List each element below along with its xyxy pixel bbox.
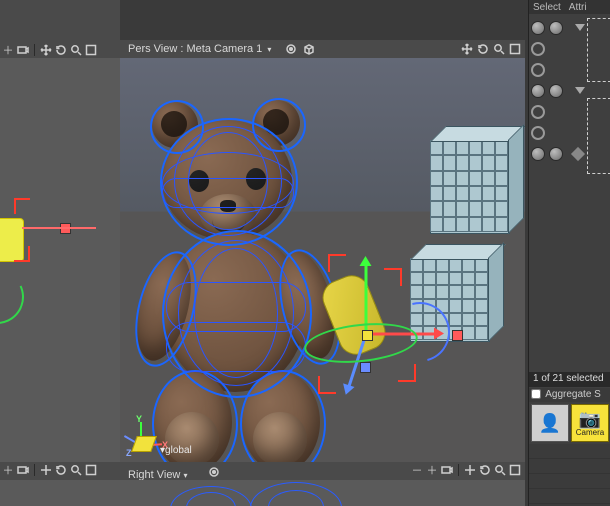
aggregate-label: Aggregate S — [545, 389, 601, 400]
zoom-icon[interactable] — [493, 43, 505, 55]
expand-icon[interactable] — [575, 87, 585, 94]
tab-select[interactable]: Select — [533, 2, 561, 13]
visibility-dot-icon[interactable] — [531, 21, 545, 35]
move-icon[interactable] — [40, 44, 52, 56]
render-dot-icon[interactable] — [531, 126, 545, 140]
group-outline — [587, 18, 610, 82]
move-icon[interactable] — [464, 464, 476, 476]
rotate-icon[interactable] — [477, 43, 489, 55]
visibility-dot-icon[interactable] — [531, 147, 545, 161]
move-icon[interactable] — [461, 43, 473, 55]
visibility-dot-icon[interactable] — [531, 84, 545, 98]
axis-mode-label[interactable]: ▾global — [160, 445, 192, 456]
zoom-icon[interactable] — [494, 464, 506, 476]
viewport-left: ＋ — [0, 0, 120, 462]
viewport-bottom-toolbar-right: － ＋ — [411, 464, 521, 476]
expand-icon[interactable] — [575, 24, 585, 31]
object-type-icons: 👤 📷 Camera — [531, 404, 609, 442]
zoom-icon[interactable] — [70, 44, 82, 56]
object-camera-button[interactable]: 📷 Camera — [571, 404, 609, 442]
render-dot-icon[interactable] — [531, 105, 545, 119]
camera-icon[interactable] — [441, 464, 453, 476]
render-dot-icon[interactable] — [549, 84, 563, 98]
aggregate-toggle[interactable]: Aggregate S — [529, 388, 610, 402]
separator — [34, 44, 35, 56]
rotate-icon[interactable] — [479, 464, 491, 476]
axis-indicator: X Y Z ▾global — [128, 406, 178, 456]
chevron-down-icon: ▾ — [183, 471, 187, 480]
edit-icon[interactable] — [571, 146, 585, 160]
cube-icon[interactable] — [303, 43, 315, 55]
minus-icon[interactable]: － — [411, 464, 423, 476]
frame-icon[interactable] — [509, 43, 521, 55]
camera-icon: 📷 — [579, 410, 601, 428]
frame-icon[interactable] — [509, 464, 521, 476]
camera-gizmo[interactable] — [0, 218, 50, 262]
viewport-title[interactable]: Pers View : Meta Camera 1 ▾ — [120, 43, 271, 55]
viewport-title-text: Pers View : Meta Camera 1 — [128, 43, 262, 55]
zoom-icon[interactable] — [70, 464, 82, 476]
viewport-main-canvas[interactable]: X Y Z ▾global — [120, 58, 525, 462]
render-dot-icon[interactable] — [531, 42, 545, 56]
avatar-icon: 👤 — [539, 414, 561, 432]
separator — [34, 464, 35, 476]
plus-icon[interactable]: ＋ — [2, 464, 14, 476]
target-icon[interactable] — [285, 43, 297, 55]
aggregate-checkbox[interactable] — [531, 389, 541, 399]
chevron-down-icon: ▾ — [265, 45, 271, 54]
render-dot-icon[interactable] — [549, 147, 563, 161]
viewport-main: Pers View : Meta Camera 1 ▾ — [120, 40, 525, 462]
plus-icon[interactable]: ＋ — [2, 44, 14, 56]
viewport-left-toolbar: ＋ — [0, 42, 122, 57]
viewport-main-toolbar: Pers View : Meta Camera 1 ▾ — [120, 40, 525, 58]
tab-attributes[interactable]: Attri — [569, 2, 587, 13]
viewport-bottom-title[interactable]: Right View ▾ — [128, 466, 220, 481]
frame-icon[interactable] — [85, 464, 97, 476]
render-dot-icon[interactable] — [531, 63, 545, 77]
group-outline — [587, 98, 610, 174]
rotate-icon[interactable] — [55, 44, 67, 56]
panel-right-empty — [529, 444, 610, 506]
rotate-icon[interactable] — [55, 464, 67, 476]
camera-icon[interactable] — [17, 44, 29, 56]
selected-object-gizmo[interactable] — [320, 246, 440, 386]
viewport-left-canvas[interactable] — [0, 58, 120, 462]
object-camera-label: Camera — [576, 428, 604, 437]
camera-icon[interactable] — [17, 464, 29, 476]
frame-icon[interactable] — [85, 44, 97, 56]
viewport-bottom-canvas[interactable] — [0, 480, 525, 506]
viewport-bottom: ＋ Right View ▾ － ＋ — [0, 462, 525, 506]
separator — [458, 464, 459, 476]
target-icon[interactable] — [208, 466, 220, 478]
object-avatar-button[interactable]: 👤 — [531, 404, 569, 442]
render-dot-icon[interactable] — [549, 21, 563, 35]
move-icon[interactable] — [40, 464, 52, 476]
plus-icon[interactable]: ＋ — [426, 464, 438, 476]
panel-right: Select Attri 1 of 21 selected Aggregate … — [528, 0, 610, 506]
panel-right-tabs: Select Attri — [529, 0, 610, 14]
selection-status: 1 of 21 selected — [529, 372, 610, 387]
viewport-bottom-toolbar-left: ＋ — [0, 464, 122, 479]
